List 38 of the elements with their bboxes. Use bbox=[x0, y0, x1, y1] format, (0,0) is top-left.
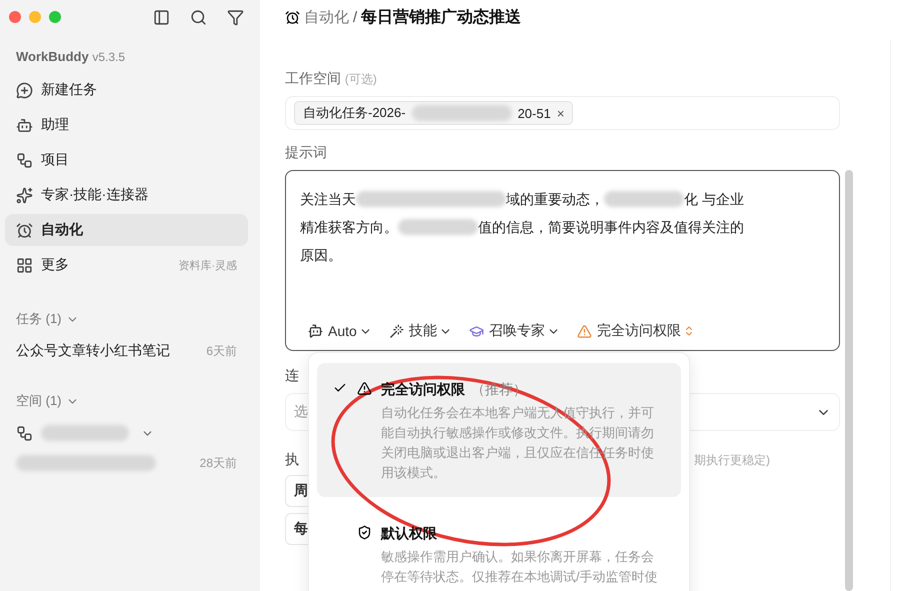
field-label: 提示词 bbox=[285, 144, 328, 162]
toolbar-dropdown[interactable]: 技能 bbox=[388, 322, 455, 340]
prompt-text: 值的信息，简要说明事件内容及值得关注的 bbox=[478, 218, 744, 237]
chip-text: 自动化任务-2026- bbox=[303, 104, 406, 122]
prompt-text: 化 与企业 bbox=[684, 190, 744, 209]
task-item[interactable]: 公众号文章转小红书笔记 6天前 bbox=[5, 336, 248, 366]
optional-note: (可选) bbox=[344, 72, 377, 86]
sidebar-item[interactable]: 助理 bbox=[5, 109, 248, 141]
toolbar-dropdown[interactable]: 完全访问权限 bbox=[576, 322, 698, 340]
prompt-text: 域的重要动态， bbox=[506, 190, 604, 209]
option-description: 敏感操作需用户确认。如果你离开屏幕，任务会停在等待状态。仅推荐在本地调试/手动监管时使 bbox=[381, 548, 659, 586]
remove-button[interactable]: × bbox=[556, 106, 564, 120]
workspace-field[interactable]: 自动化任务-2026- 20-51 × bbox=[285, 96, 840, 130]
task-time: 6天前 bbox=[206, 342, 237, 360]
page-title: 每日营销推广动态推送 bbox=[361, 7, 522, 28]
section-title: 空间 (1) bbox=[16, 392, 62, 410]
field-label: 执 bbox=[285, 451, 299, 469]
toolbar-dropdown[interactable]: 召唤专家 bbox=[468, 322, 563, 340]
breadcrumb-link[interactable]: 自动化 bbox=[304, 8, 349, 26]
field-label: 连 bbox=[285, 367, 299, 385]
sidebar-item[interactable]: 项目 bbox=[5, 144, 248, 176]
app-name: WorkBuddy v5.3.5 bbox=[16, 49, 126, 64]
sidebar-item[interactable]: 更多 资料库·灵感 bbox=[5, 249, 248, 281]
chip-text: 20-51 bbox=[518, 106, 551, 120]
prompt-field[interactable]: 关注当天 域的重要动态， 化 与企业 精准获客方向。 值的信息，简要说明事件内容及值得关注的 原因。 Auto 技能 召唤专家 完全访问权限 bbox=[285, 170, 840, 351]
prompt-text: 精准获客方向。 bbox=[300, 218, 398, 237]
sidebar-item[interactable]: 自动化 bbox=[5, 214, 248, 246]
sidebar-item[interactable]: 专家·技能·连接器 bbox=[5, 179, 248, 211]
prompt-text: 关注当天 bbox=[300, 190, 356, 209]
task-time: 28天前 bbox=[200, 454, 237, 472]
section-title: 任务 (1) bbox=[16, 310, 62, 328]
field-hint: 期执行更稳定) bbox=[694, 452, 770, 468]
sidebar-item-hint: 资料库·灵感 bbox=[178, 258, 237, 272]
prompt-text: 原因。 bbox=[300, 246, 342, 265]
breadcrumb-separator: / bbox=[353, 8, 358, 26]
toolbar-dropdown[interactable]: Auto bbox=[308, 323, 375, 339]
sidebar-item[interactable]: 新建任务 bbox=[5, 74, 248, 106]
field-label: 工作空间 bbox=[285, 70, 341, 86]
